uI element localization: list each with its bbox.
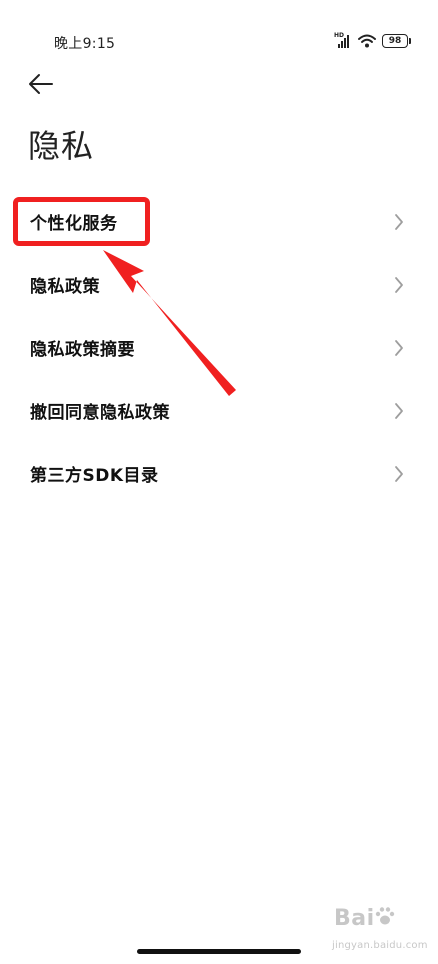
wifi-icon [358, 34, 376, 48]
menu-item-label: 隐私政策摘要 [30, 340, 135, 360]
chevron-right-icon [395, 339, 403, 356]
watermark-url: jingyan.baidu.com [332, 940, 428, 951]
chevron-right-icon [395, 276, 403, 293]
battery-level: 98 [388, 36, 402, 46]
menu-item-privacy-summary[interactable]: 隐私政策摘要 [0, 316, 438, 379]
back-button[interactable] [26, 70, 58, 98]
status-time: 晚上9:15 [54, 36, 116, 52]
chevron-right-icon [395, 213, 403, 230]
menu-item-label: 撤回同意隐私政策 [30, 403, 170, 423]
page-title: 隐私 [28, 127, 95, 165]
menu-item-label: 隐私政策 [30, 277, 100, 297]
home-indicator[interactable] [137, 949, 301, 954]
back-arrow-icon [29, 74, 53, 94]
menu-item-withdraw-consent[interactable]: 撤回同意隐私政策 [0, 379, 438, 442]
battery-icon: 98 [382, 34, 411, 48]
menu-item-third-party-sdk[interactable]: 第三方SDK目录 [0, 442, 438, 505]
paw-icon [375, 907, 395, 925]
chevron-right-icon [395, 465, 403, 482]
status-icons: HD 98 [334, 32, 411, 49]
privacy-screen: 晚上9:15 HD 98 隐私 个性化服务 隐私政策 隐私政策摘要 撤回同意隐私… [0, 0, 438, 964]
watermark-brand: Bai [334, 906, 375, 931]
menu-item-privacy-policy[interactable]: 隐私政策 [0, 253, 438, 316]
annotation-highlight-box [13, 197, 150, 246]
baidu-watermark: Bai jingyan.baidu.com [328, 906, 428, 958]
hd-signal-icon: HD [334, 32, 352, 49]
menu-item-label: 第三方SDK目录 [30, 466, 159, 486]
chevron-right-icon [395, 402, 403, 419]
